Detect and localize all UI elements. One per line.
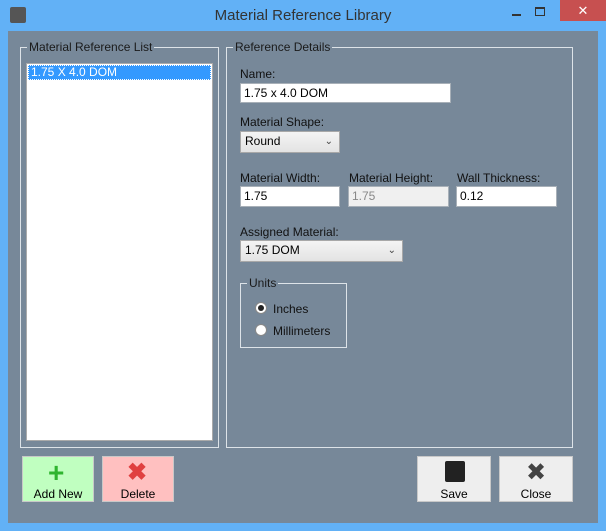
close-button[interactable]: ✖ Close: [499, 456, 573, 502]
group-legend: Material Reference List: [27, 40, 155, 54]
add-new-label: Add New: [33, 487, 83, 501]
delete-button[interactable]: ✖ Delete: [102, 456, 174, 502]
x-icon: ✖: [127, 459, 148, 486]
add-new-button[interactable]: + Add New: [22, 456, 94, 502]
shape-label: Material Shape:: [240, 115, 325, 129]
name-label: Name:: [240, 67, 276, 81]
maximize-button[interactable]: [535, 7, 545, 16]
wall-thickness-input[interactable]: 0.12: [456, 186, 557, 207]
name-input[interactable]: 1.75 x 4.0 DOM: [240, 83, 451, 103]
plus-icon: +: [48, 457, 65, 488]
wall-label: Wall Thickness:: [457, 171, 541, 185]
millimeters-radio[interactable]: [255, 324, 267, 336]
delete-label: Delete: [120, 487, 156, 501]
shape-value: Round: [245, 134, 281, 148]
chevron-down-icon: ⌄: [387, 245, 396, 256]
height-label: Material Height:: [349, 171, 434, 185]
floppy-disk-icon: [445, 461, 465, 482]
assigned-value: 1.75 DOM: [245, 243, 300, 257]
assigned-material-select[interactable]: 1.75 DOM ⌄: [240, 240, 403, 262]
width-input[interactable]: 1.75: [240, 186, 340, 207]
close-label: Close: [520, 487, 552, 501]
height-input: 1.75: [348, 186, 449, 207]
inches-label[interactable]: Inches: [273, 302, 308, 316]
save-button[interactable]: Save: [417, 456, 491, 502]
millimeters-label[interactable]: Millimeters: [273, 324, 330, 338]
group-legend: Reference Details: [233, 40, 333, 54]
close-icon: ✖: [526, 459, 547, 486]
chevron-down-icon: ⌄: [324, 136, 333, 147]
assigned-label: Assigned Material:: [240, 225, 339, 239]
close-window-button[interactable]: ✕: [560, 0, 606, 21]
shape-select[interactable]: Round ⌄: [240, 131, 340, 153]
inches-radio[interactable]: [255, 302, 267, 314]
group-legend: Units: [247, 276, 279, 290]
width-label: Material Width:: [240, 171, 321, 185]
list-item[interactable]: 1.75 X 4.0 DOM: [28, 65, 211, 80]
material-listbox[interactable]: 1.75 X 4.0 DOM: [26, 63, 213, 441]
minimize-button[interactable]: [512, 14, 521, 16]
save-label: Save: [440, 487, 468, 501]
